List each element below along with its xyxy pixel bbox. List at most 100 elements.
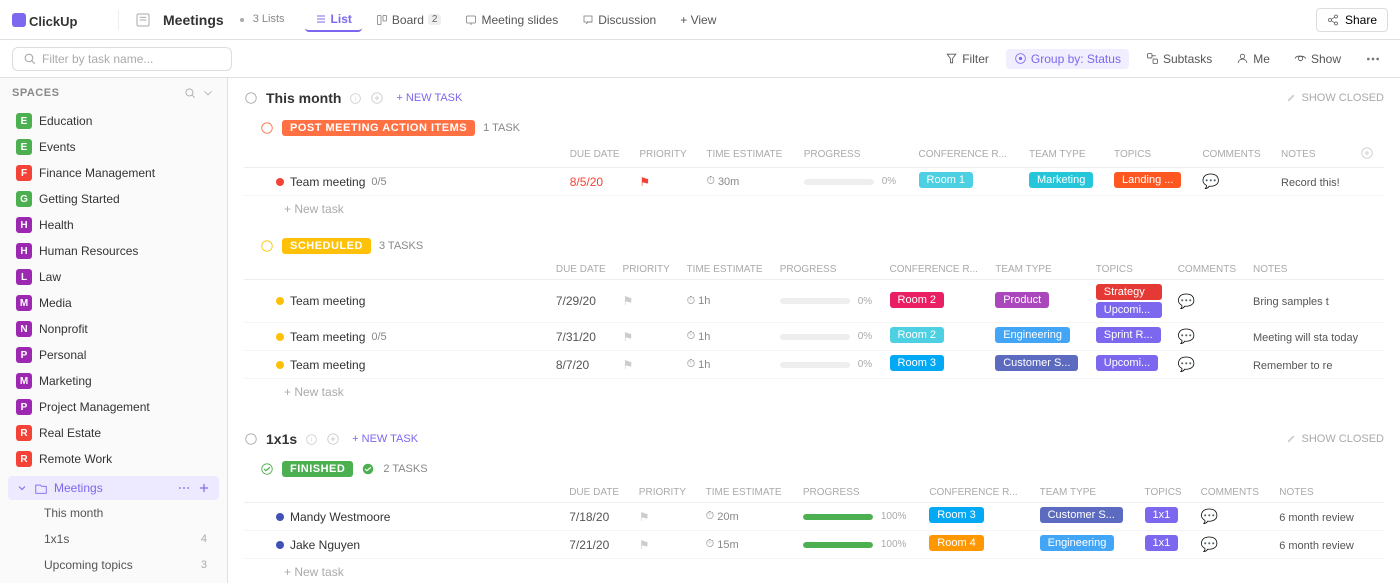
this-month-new-task[interactable]: + NEW TASK: [396, 92, 462, 104]
fin-comment-1[interactable]: 💬: [1201, 508, 1218, 524]
sch-col-prog: PROGRESS: [772, 260, 882, 280]
tab-add-view[interactable]: + View: [670, 9, 726, 31]
sch-flag-2: ⚑: [623, 330, 634, 344]
events-icon: E: [16, 139, 32, 155]
group-circle-icon: [260, 121, 274, 135]
sidebar-item-project-mgmt[interactable]: P Project Management: [4, 394, 223, 420]
1x1s-show-closed[interactable]: SHOW CLOSED: [1286, 433, 1384, 445]
finished-check-icon: [361, 462, 375, 476]
tab-board[interactable]: Board 2: [366, 9, 452, 31]
sch-comment-1[interactable]: 💬: [1178, 293, 1195, 309]
sidebar-item-finance[interactable]: F Finance Management: [4, 160, 223, 186]
topbar-left: ClickUp: [12, 9, 102, 31]
search-spaces-icon[interactable]: [183, 86, 197, 100]
filter-button[interactable]: Filter: [938, 49, 996, 69]
group-by-status-button[interactable]: Group by: Status: [1006, 49, 1129, 69]
meetings-more-icon[interactable]: [177, 481, 191, 495]
fin-col-topics: TOPICS: [1137, 483, 1193, 503]
1x1s-new-task[interactable]: + NEW TASK: [352, 433, 418, 445]
tab-list[interactable]: List: [305, 8, 362, 32]
1x1s-info-icon[interactable]: i: [305, 433, 318, 446]
fin-col-team: TEAM TYPE: [1032, 483, 1137, 503]
add-section-icon[interactable]: [370, 91, 384, 105]
sidebar-item-personal[interactable]: P Personal: [4, 342, 223, 368]
1x1s-count: 4: [201, 533, 207, 545]
sch-pri-3: ⚑: [615, 351, 679, 379]
sidebar-item-education[interactable]: E Education: [4, 108, 223, 134]
me-button[interactable]: Me: [1229, 49, 1277, 69]
fin-comment-2[interactable]: 💬: [1201, 536, 1218, 552]
task-name-cell: Team meeting 0/5: [244, 168, 562, 196]
1x1s-add-icon[interactable]: [326, 432, 340, 446]
sidebar-item-marketing[interactable]: M Marketing: [4, 368, 223, 394]
fin-task-name-1[interactable]: Mandy Westmoore: [290, 510, 390, 524]
sch-topic-2: Sprint R...: [1096, 327, 1161, 343]
nonprofit-icon: N: [16, 321, 32, 337]
fin-comm-2: 💬: [1193, 531, 1272, 559]
tab-discussion[interactable]: Discussion: [572, 9, 666, 31]
sch-prog-2: 0%: [772, 323, 882, 351]
share-button[interactable]: Share: [1316, 8, 1388, 32]
add-col-icon[interactable]: [1360, 146, 1374, 160]
sidebar-item-getting-started[interactable]: G Getting Started: [4, 186, 223, 212]
due-date: 8/5/20: [570, 175, 603, 189]
sch-conf-2: Room 2: [882, 323, 988, 351]
progress-cell: 0%: [796, 168, 911, 196]
sch-team-1: Product: [987, 280, 1088, 323]
sidebar-item-events[interactable]: E Events: [4, 134, 223, 160]
checkbox-count: 0/5: [371, 176, 386, 188]
col-add[interactable]: [1352, 142, 1384, 168]
sidebar-folder-remote-onboarding[interactable]: Remote Onboarding: [0, 578, 227, 583]
table-row: Jake Nguyen 7/21/20 ⚑ ⏱ 15m 100%: [244, 531, 1384, 559]
sch-comment-3[interactable]: 💬: [1178, 356, 1195, 372]
sch-topic-3: Upcomi...: [1096, 355, 1158, 371]
this-month-title: This month: [266, 90, 341, 106]
sidebar-sub-this-month[interactable]: This month: [8, 500, 219, 526]
sch-notes-text-1: Bring samples t: [1253, 296, 1329, 308]
tab-meeting-slides[interactable]: Meeting slides: [455, 9, 568, 31]
spacer: [228, 407, 1400, 419]
fin-team-chip-1: Customer S...: [1040, 507, 1123, 523]
sch-task-name-2[interactable]: Team meeting: [290, 330, 365, 344]
sidebar-sub-upcoming-topics[interactable]: Upcoming topics 3: [8, 552, 219, 578]
sidebar-item-remote-work[interactable]: R Remote Work: [4, 446, 223, 472]
chevron-down-icon[interactable]: [201, 86, 215, 100]
task-name[interactable]: Team meeting: [290, 175, 365, 189]
sidebar-item-human-resources[interactable]: H Human Resources: [4, 238, 223, 264]
me-icon: [1236, 52, 1249, 65]
remote-work-icon: R: [16, 451, 32, 467]
sidebar-item-real-estate[interactable]: R Real Estate: [4, 420, 223, 446]
sidebar-item-media[interactable]: M Media: [4, 290, 223, 316]
fin-col-conf: CONFERENCE R...: [921, 483, 1031, 503]
sch-col-pri: PRIORITY: [615, 260, 679, 280]
fin-task-name-2[interactable]: Jake Nguyen: [290, 538, 360, 552]
fin-topics-2: 1x1: [1137, 531, 1193, 559]
share-label: Share: [1345, 13, 1377, 27]
search-box[interactable]: Filter by task name...: [12, 47, 232, 71]
info-icon[interactable]: i: [349, 92, 362, 105]
upcoming-topics-label: Upcoming topics: [44, 558, 133, 572]
sidebar-item-nonprofit[interactable]: N Nonprofit: [4, 316, 223, 342]
flag-icon: ⚑: [639, 175, 650, 189]
fin-prog-fill-2: [803, 542, 873, 548]
sch-task-name-row-1: Team meeting: [252, 294, 540, 308]
subtasks-button[interactable]: Subtasks: [1139, 49, 1219, 69]
post-meeting-add-task[interactable]: + New task: [244, 196, 1384, 224]
sch-task-name-1[interactable]: Team meeting: [290, 294, 365, 308]
sidebar-sub-1x1s[interactable]: 1x1s 4: [8, 526, 219, 552]
sidebar-item-health[interactable]: H Health: [4, 212, 223, 238]
show-button[interactable]: Show: [1287, 49, 1348, 69]
scheduled-add-task[interactable]: + New task: [244, 379, 1384, 407]
this-month-show-closed[interactable]: SHOW CLOSED: [1286, 92, 1384, 104]
sidebar-item-law[interactable]: L Law: [4, 264, 223, 290]
fin-date-1: 7/18/20: [561, 503, 631, 531]
sch-task-name-3[interactable]: Team meeting: [290, 358, 365, 372]
meetings-item[interactable]: Meetings: [8, 476, 219, 500]
scheduled-label: SCHEDULED: [282, 238, 371, 254]
more-button[interactable]: [1358, 48, 1388, 70]
sch-comment-2[interactable]: 💬: [1178, 328, 1195, 344]
finished-add-task[interactable]: + New task: [244, 559, 1384, 583]
meetings-add-icon[interactable]: [197, 481, 211, 495]
comment-icon[interactable]: 💬: [1202, 173, 1219, 189]
meetings-folder-icon: [34, 481, 48, 495]
